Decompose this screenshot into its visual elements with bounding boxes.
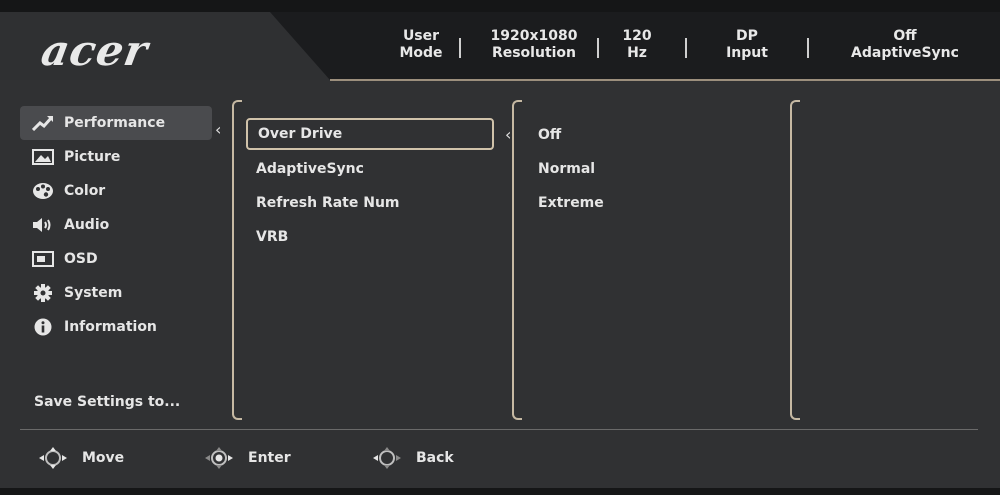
- status-refresh-value: 120: [622, 28, 652, 44]
- menu-item-label: Performance: [64, 115, 166, 131]
- column-bracket: [790, 100, 800, 420]
- status-adaptivesync: Off AdaptiveSync: [850, 28, 960, 62]
- status-refresh-label: Hz: [627, 45, 647, 61]
- menu-item-label: Information: [64, 319, 157, 335]
- header-divider: [330, 79, 1000, 81]
- main-menu: Performance Picture Color Audio OSD Syst…: [20, 106, 220, 344]
- chevron-left-icon: ‹: [215, 120, 222, 139]
- menu-item-audio[interactable]: Audio: [20, 208, 220, 242]
- joystick-back-icon: [370, 447, 404, 469]
- joystick-enter-icon: [202, 447, 236, 469]
- status-resolution-value: 1920x1080: [490, 28, 578, 44]
- menu-item-system[interactable]: System: [20, 276, 220, 310]
- osd-screen: acer User Mode 1920x1080 Resolution 120 …: [0, 12, 1000, 488]
- menu-item-picture[interactable]: Picture: [20, 140, 220, 174]
- status-separator: [807, 38, 809, 58]
- info-icon: [32, 318, 54, 336]
- option-normal[interactable]: Normal: [528, 152, 768, 186]
- menu-item-label: Picture: [64, 149, 121, 165]
- setting-refresh-rate-num[interactable]: Refresh Rate Num: [246, 186, 494, 220]
- footer-move-label: Move: [82, 450, 125, 466]
- joystick-move-icon: [36, 447, 70, 469]
- osd-window-icon: [32, 250, 54, 268]
- menu-item-color[interactable]: Color: [20, 174, 220, 208]
- menu-item-label: Audio: [64, 217, 110, 233]
- status-mode-label: Mode: [399, 45, 443, 61]
- acer-logo: acer: [37, 26, 152, 75]
- setting-vrb[interactable]: VRB: [246, 220, 494, 254]
- performance-icon: [32, 114, 54, 132]
- menu-item-information[interactable]: Information: [20, 310, 220, 344]
- menu-item-osd[interactable]: OSD: [20, 242, 220, 276]
- status-mode-value: User: [402, 28, 440, 44]
- menu-item-label: Color: [64, 183, 106, 199]
- column-bracket: [232, 100, 242, 420]
- status-adaptivesync-label: AdaptiveSync: [851, 45, 959, 61]
- footer-back-label: Back: [416, 450, 454, 466]
- footer-divider: [20, 429, 978, 430]
- performance-settings: Over Drive AdaptiveSync Refresh Rate Num…: [246, 118, 494, 254]
- status-input: DP Input: [722, 28, 772, 62]
- setting-over-drive[interactable]: Over Drive: [246, 118, 494, 150]
- status-refresh: 120 Hz: [617, 28, 657, 62]
- picture-icon: [32, 148, 54, 166]
- over-drive-options: Off Normal Extreme: [528, 118, 768, 220]
- chevron-left-icon: ‹: [505, 125, 512, 144]
- status-input-value: DP: [736, 28, 758, 44]
- option-off[interactable]: Off: [528, 118, 768, 152]
- setting-adaptivesync[interactable]: AdaptiveSync: [246, 152, 494, 186]
- status-resolution-label: Resolution: [491, 45, 577, 61]
- footer-move: Move: [36, 447, 124, 469]
- menu-item-performance[interactable]: Performance: [20, 106, 212, 140]
- status-separator: [685, 38, 687, 58]
- status-adaptivesync-value: Off: [893, 28, 917, 44]
- status-mode: User Mode: [396, 28, 446, 62]
- footer-back: Back: [370, 447, 454, 469]
- menu-item-label: OSD: [64, 251, 98, 267]
- menu-item-label: System: [64, 285, 123, 301]
- column-bracket: [512, 100, 522, 420]
- footer-enter: Enter: [202, 447, 291, 469]
- status-resolution: 1920x1080 Resolution: [484, 28, 584, 62]
- option-extreme[interactable]: Extreme: [528, 186, 768, 220]
- color-palette-icon: [32, 182, 54, 200]
- footer-enter-label: Enter: [248, 450, 291, 466]
- status-separator: [459, 38, 461, 58]
- gear-icon: [32, 284, 54, 302]
- status-input-label: Input: [726, 45, 768, 61]
- save-settings-button[interactable]: Save Settings to...: [34, 394, 180, 410]
- status-separator: [597, 38, 599, 58]
- speaker-icon: [32, 216, 54, 234]
